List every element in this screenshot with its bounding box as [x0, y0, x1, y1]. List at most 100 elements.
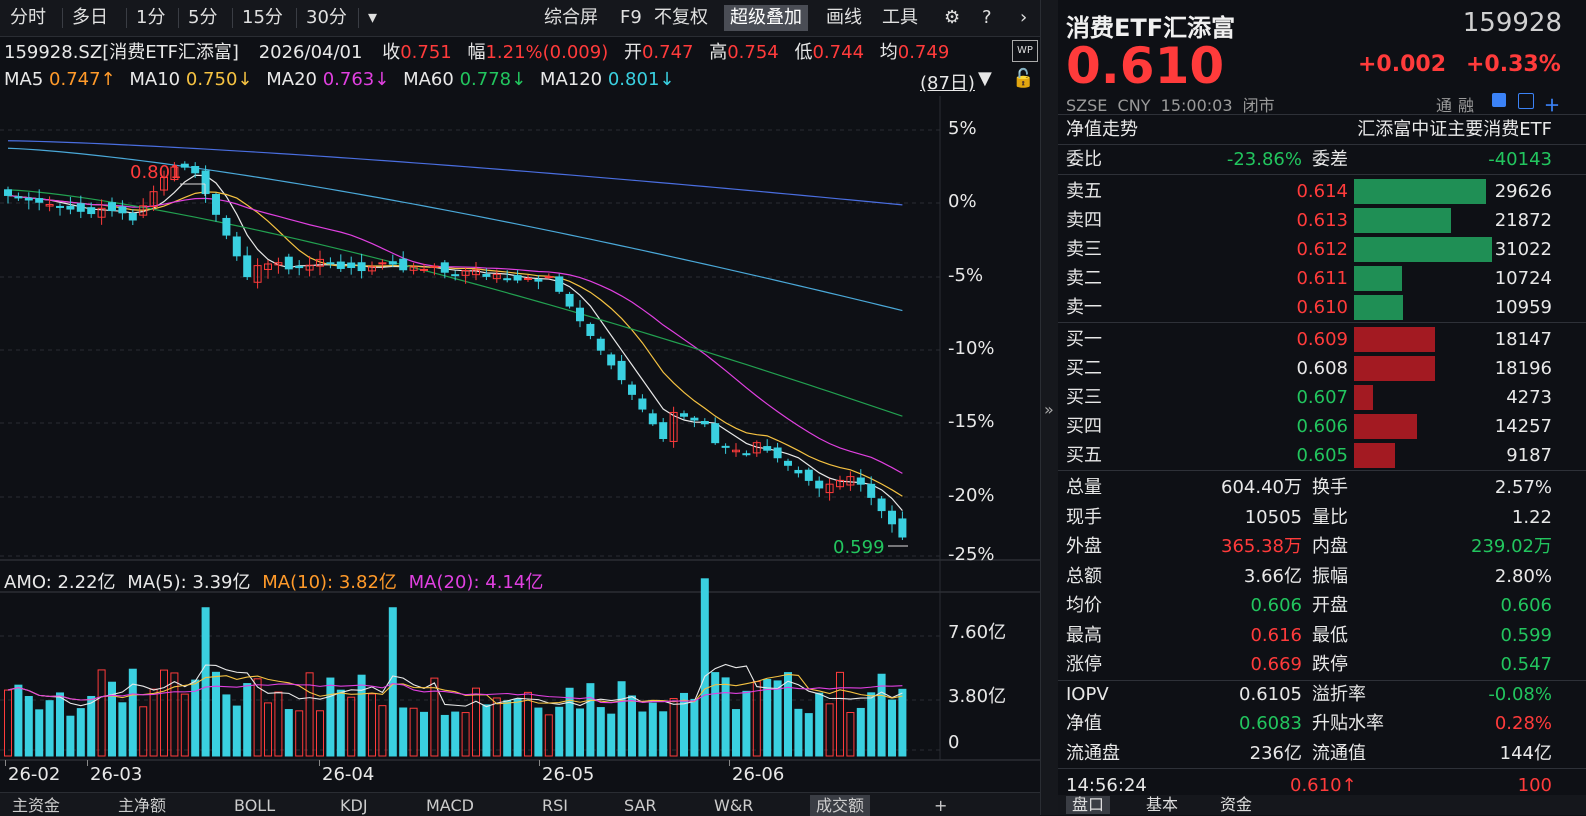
sell-row-3[interactable]: 卖三 0.612 31022: [1058, 235, 1586, 264]
candle-body: [295, 265, 304, 269]
level-volume-bar: [1354, 266, 1402, 291]
volume-bar: [149, 688, 158, 757]
add-icon[interactable]: ＋: [1544, 92, 1560, 116]
amo-ma5: MA(5): 3.39亿: [127, 572, 251, 593]
stat-value: 0.616: [1250, 624, 1302, 646]
volume-bar: [596, 707, 605, 757]
candle-body: [638, 398, 647, 410]
sell-row-5[interactable]: 卖一 0.610 10959: [1058, 293, 1586, 322]
indicator-tab-5[interactable]: RSI: [536, 795, 574, 816]
indicator-tab-1[interactable]: 主净额: [112, 795, 172, 816]
wp-icon[interactable]: WP: [1012, 40, 1038, 62]
indicator-tab-3[interactable]: KDJ: [334, 795, 374, 816]
indicator-tab-8[interactable]: 成交额: [810, 795, 871, 816]
right-tab-0[interactable]: 盘口: [1066, 796, 1111, 814]
amo-ma20: MA(20): 4.14亿: [408, 572, 544, 593]
indicator-tab-2[interactable]: BOLL: [228, 795, 281, 816]
candle-body: [420, 268, 428, 271]
volume-bar: [773, 680, 782, 757]
right-tab-1[interactable]: 基本: [1140, 796, 1184, 814]
indicator-tab-4[interactable]: MACD: [420, 795, 480, 816]
ma60-label: MA60: [403, 69, 454, 90]
buy-row-3[interactable]: 买三 0.607 4273: [1058, 383, 1586, 412]
lock-icon[interactable]: 🔓: [1012, 68, 1034, 89]
volume-bar: [160, 669, 168, 757]
low-value: 0.744: [812, 42, 865, 63]
candle-body: [191, 166, 200, 174]
buy-row-2[interactable]: 买二 0.608 18196: [1058, 354, 1586, 383]
help-icon[interactable]: ?: [976, 5, 998, 31]
volume-bar: [898, 688, 907, 757]
candle-body: [399, 258, 408, 271]
volume-bar: [430, 677, 439, 757]
volume-bar: [170, 672, 179, 757]
toolbar-item-4[interactable]: 画线: [820, 5, 868, 31]
open-label: 开: [623, 42, 642, 63]
candle-body: [128, 212, 137, 221]
vol-tick: 0: [948, 732, 960, 753]
kline-panel[interactable]: 分时 多日 1分 5分 15分 30分 ▾ 综合屏 F9 不复权 超级叠加 画线 工具 ⚙? › 15992…: [0, 0, 1040, 816]
next-chevron-icon[interactable]: ›: [1014, 5, 1033, 31]
candle-body: [201, 170, 210, 195]
indicator-tab-7[interactable]: W&R: [708, 795, 759, 816]
kline-chart[interactable]: [0, 96, 1040, 792]
level-price: 0.610: [1296, 297, 1348, 318]
toolbar-item-5[interactable]: 工具: [876, 5, 924, 31]
indicator-tab-6[interactable]: SAR: [618, 795, 663, 816]
level-label: 卖四: [1066, 210, 1102, 231]
level-volume-bar: [1354, 237, 1492, 262]
nav-trend-row[interactable]: 净值走势 汇添富中证主要消费ETF: [1058, 115, 1586, 144]
period-tab-4[interactable]: 15分: [236, 5, 289, 31]
period-days[interactable]: (87日): [920, 69, 975, 95]
candle-body: [66, 205, 75, 210]
right-tab-2[interactable]: 资金: [1214, 796, 1258, 814]
stat-label: 跌停: [1312, 654, 1348, 675]
stats-row: 最高 0.616 最低 0.599: [1058, 621, 1586, 650]
buy-row-4[interactable]: 买四 0.606 14257: [1058, 412, 1586, 441]
candle-body: [326, 262, 335, 265]
level-label: 买三: [1066, 387, 1102, 408]
period-tab-6[interactable]: ▾: [362, 5, 383, 31]
period-tab-0[interactable]: 分时: [4, 5, 52, 31]
level-volume-bar: [1354, 179, 1486, 204]
date-tick-mark: [729, 760, 730, 766]
right-panel-tabs: 盘口 基本 资金: [1058, 795, 1586, 815]
date-tick: 26-02: [8, 764, 61, 785]
bell-icon[interactable]: [1518, 93, 1534, 109]
volume-bar: [534, 707, 543, 757]
vol-tick: 7.60亿: [948, 622, 1007, 643]
weibi-value: -23.86%: [1226, 149, 1302, 170]
level-label: 买四: [1066, 416, 1102, 437]
pct-tick: 0%: [948, 191, 977, 212]
period-tab-3[interactable]: 5分: [182, 5, 223, 31]
panel-splitter[interactable]: »: [1040, 0, 1060, 815]
dropdown-triangle-icon[interactable]: ▼: [978, 68, 992, 89]
toolbar-item-1[interactable]: F9: [614, 5, 648, 31]
toolbar-item-2[interactable]: 不复权: [648, 5, 714, 31]
volume-bar: [139, 706, 148, 757]
buy-row-5[interactable]: 买五 0.605 9187: [1058, 441, 1586, 470]
edit-icon[interactable]: [1492, 93, 1506, 107]
sell-row-2[interactable]: 卖四 0.613 21872: [1058, 206, 1586, 235]
candle-body: [212, 193, 220, 215]
nav-trend-link[interactable]: 净值走势: [1066, 115, 1138, 144]
settings-gear-icon[interactable]: ⚙: [938, 5, 966, 31]
toolbar-item-0[interactable]: 综合屏: [538, 5, 604, 31]
level-volume-bar: [1354, 385, 1373, 410]
stat-value: 0.6083: [1239, 713, 1302, 734]
volume-bar: [700, 578, 709, 757]
candle-body: [243, 255, 252, 278]
period-tab-5[interactable]: 30分: [300, 5, 353, 31]
sell-row-1[interactable]: 卖五 0.614 29626: [1058, 177, 1586, 206]
indicator-tab-0[interactable]: 主资金: [6, 795, 66, 816]
candle-body: [867, 483, 876, 498]
period-tab-2[interactable]: 1分: [130, 5, 171, 31]
amo-ma10: MA(10): 3.82亿: [262, 572, 397, 593]
candle-body: [763, 446, 772, 451]
buy-row-1[interactable]: 买一 0.609 18147: [1058, 325, 1586, 354]
toolbar-item-3[interactable]: 超级叠加: [724, 5, 808, 31]
period-tab-1[interactable]: 多日: [66, 5, 114, 31]
collapse-chevron-icon[interactable]: »: [1044, 400, 1054, 419]
sell-row-4[interactable]: 卖二 0.611 10724: [1058, 264, 1586, 293]
indicator-tab-9[interactable]: +: [928, 795, 953, 816]
